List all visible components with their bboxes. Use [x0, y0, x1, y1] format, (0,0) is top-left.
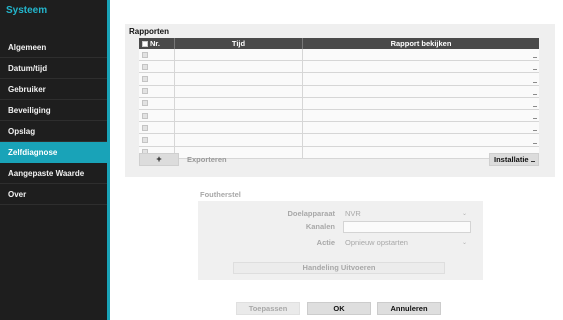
- select-all-checkbox[interactable]: [142, 40, 148, 47]
- view-indicator-icon: [533, 118, 537, 120]
- dropdown-indicator-icon: [531, 161, 535, 162]
- row-view-cell[interactable]: [303, 73, 539, 84]
- view-indicator-icon: [533, 69, 537, 71]
- row-time-cell: [175, 109, 303, 122]
- sidebar-item-gebruiker[interactable]: Gebruiker: [0, 79, 107, 100]
- row-checkbox-cell: [139, 122, 175, 134]
- channels-input[interactable]: [343, 221, 471, 233]
- column-header-nr-label: Nr.: [150, 39, 161, 48]
- action-label: Actie: [316, 238, 335, 247]
- action-select[interactable]: Opnieuw opstarten ⌄: [343, 237, 471, 249]
- sidebar-accent-bar: [107, 0, 110, 320]
- row-view-cell[interactable]: [303, 86, 539, 97]
- row-checkbox[interactable]: [142, 51, 148, 58]
- target-device-label: Doelapparaat: [287, 209, 335, 218]
- export-button[interactable]: Exporteren: [187, 155, 227, 164]
- sidebar-item-beveiliging[interactable]: Beveiliging: [0, 100, 107, 121]
- row-view-cell[interactable]: [303, 61, 539, 72]
- row-checkbox[interactable]: [142, 63, 148, 70]
- action-value: Opnieuw opstarten: [345, 238, 408, 247]
- row-checkbox-cell: [139, 61, 175, 73]
- row-checkbox-cell: [139, 109, 175, 122]
- row-checkbox-cell: [139, 49, 175, 61]
- sidebar-item-zelfdiagnose[interactable]: Zelfdiagnose: [0, 142, 107, 163]
- chevron-down-icon: ⌄: [461, 240, 467, 246]
- row-time-cell: [175, 97, 303, 109]
- channels-row: Kanalen: [198, 221, 483, 233]
- row-time-cell: [175, 134, 303, 146]
- table-row[interactable]: [139, 85, 539, 98]
- row-time-cell: [175, 73, 303, 85]
- sidebar-menu: Algemeen Datum/tijd Gebruiker Beveiligin…: [0, 37, 107, 205]
- sidebar: Systeem Algemeen Datum/tijd Gebruiker Be…: [0, 0, 107, 320]
- row-time-cell: [175, 49, 303, 61]
- table-row[interactable]: [139, 61, 539, 74]
- row-view-cell[interactable]: [303, 122, 539, 133]
- install-button[interactable]: Installatie: [489, 153, 539, 166]
- row-time-cell: [175, 122, 303, 134]
- row-view-cell[interactable]: [303, 49, 539, 60]
- view-indicator-icon: [533, 57, 537, 59]
- reports-table: Nr. Tijd Rapport bekijken: [139, 38, 539, 159]
- view-indicator-icon: [533, 81, 537, 83]
- table-row[interactable]: [139, 122, 539, 135]
- reports-panel: Rapporten Nr. Tijd Rapport bekijken + Ex…: [125, 24, 555, 177]
- target-device-value: NVR: [345, 209, 361, 218]
- row-checkbox[interactable]: [142, 75, 148, 82]
- column-header-view: Rapport bekijken: [390, 39, 452, 48]
- row-time-cell: [175, 85, 303, 97]
- row-checkbox-cell: [139, 73, 175, 85]
- row-checkbox[interactable]: [142, 124, 148, 131]
- row-checkbox[interactable]: [142, 88, 148, 95]
- column-header-nr: Nr.: [139, 38, 175, 49]
- table-row[interactable]: [139, 97, 539, 110]
- sidebar-item-opslag[interactable]: Opslag: [0, 121, 107, 142]
- table-header: Nr. Tijd Rapport bekijken: [139, 38, 539, 49]
- install-button-label: Installatie: [494, 155, 529, 164]
- row-view-cell[interactable]: [303, 110, 539, 121]
- factory-reset-panel: Doelapparaat NVR ⌄ Kanalen Actie Opnieuw…: [198, 201, 483, 280]
- cancel-button[interactable]: Annuleren: [377, 302, 441, 315]
- sidebar-item-datum-tijd[interactable]: Datum/tijd: [0, 58, 107, 79]
- target-device-row: Doelapparaat NVR ⌄: [198, 208, 483, 220]
- action-row: Actie Opnieuw opstarten ⌄: [198, 237, 483, 249]
- execute-action-button[interactable]: Handeling Uitvoeren: [233, 262, 445, 274]
- target-device-select[interactable]: NVR ⌄: [343, 208, 471, 220]
- sidebar-item-aangepaste-waarde[interactable]: Aangepaste Waarde: [0, 163, 107, 184]
- table-row[interactable]: [139, 49, 539, 62]
- row-view-cell[interactable]: [303, 98, 539, 109]
- row-time-cell: [175, 61, 303, 73]
- sidebar-title: Systeem: [6, 5, 48, 16]
- chevron-down-icon: ⌄: [461, 211, 467, 217]
- channels-label: Kanalen: [305, 222, 335, 231]
- sidebar-item-algemeen[interactable]: Algemeen: [0, 37, 107, 58]
- view-indicator-icon: [533, 105, 537, 107]
- ok-button[interactable]: OK: [307, 302, 371, 315]
- apply-button[interactable]: Toepassen: [236, 302, 300, 315]
- sidebar-item-over[interactable]: Over: [0, 184, 107, 205]
- table-row[interactable]: [139, 109, 539, 123]
- row-checkbox[interactable]: [142, 100, 148, 107]
- row-checkbox-cell: [139, 85, 175, 97]
- row-checkbox[interactable]: [142, 136, 148, 143]
- view-indicator-icon: [533, 93, 537, 95]
- table-body: [139, 49, 539, 159]
- row-checkbox[interactable]: [142, 112, 148, 119]
- factory-reset-title: Foutherstel: [200, 190, 241, 199]
- view-indicator-icon: [533, 142, 537, 144]
- row-view-cell[interactable]: [303, 134, 539, 145]
- column-header-time: Tijd: [175, 38, 303, 49]
- add-report-button[interactable]: +: [139, 153, 179, 166]
- table-row[interactable]: [139, 73, 539, 86]
- row-checkbox-cell: [139, 97, 175, 109]
- row-checkbox-cell: [139, 134, 175, 146]
- view-indicator-icon: [533, 130, 537, 132]
- reports-title: Rapporten: [129, 27, 169, 36]
- table-row[interactable]: [139, 134, 539, 147]
